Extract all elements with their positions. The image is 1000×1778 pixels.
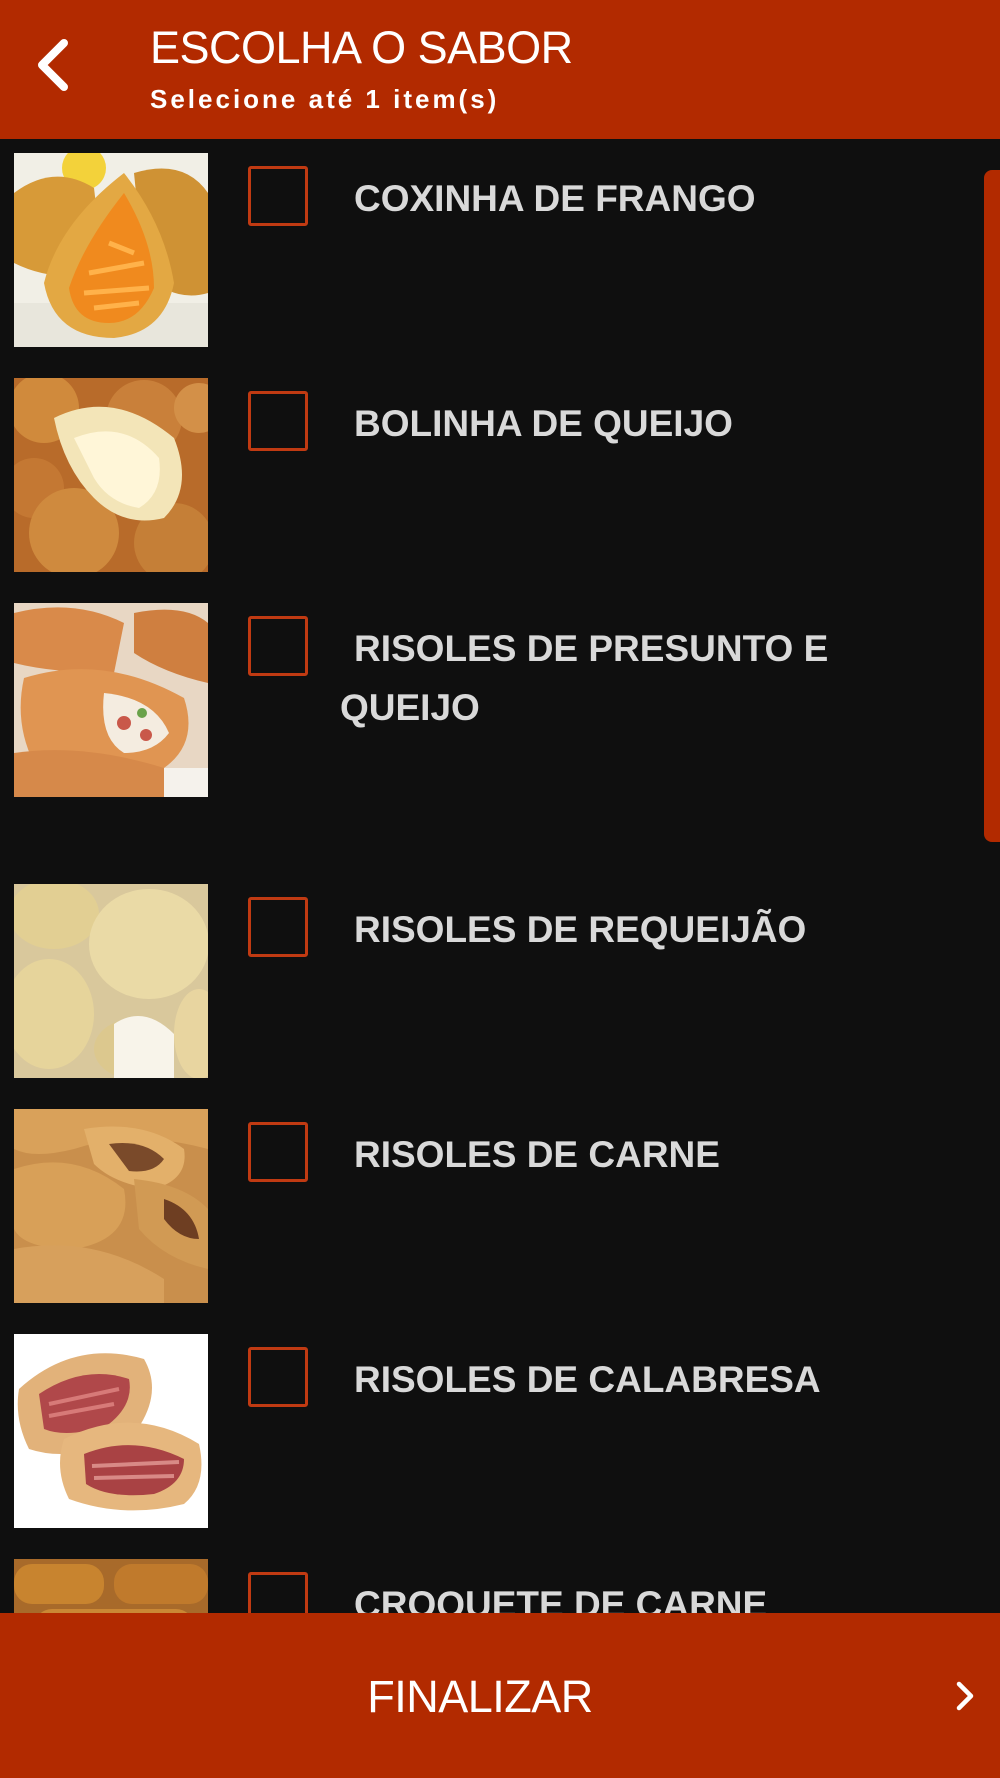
risoles-requeijao-photo [14,884,208,1078]
item-checkbox[interactable] [248,391,308,451]
list-item[interactable]: COXINHA DE FRANGO [0,139,980,364]
list-item[interactable]: RISOLES DE CALABRESA [0,1320,980,1545]
item-checkbox[interactable] [248,166,308,226]
item-label: BOLINHA DE QUEIJO [354,403,733,444]
item-label: CROQUETE DE CARNE [354,1584,768,1613]
item-checkbox[interactable] [248,1122,308,1182]
croquete-carne-photo [14,1559,208,1613]
list-item[interactable]: RISOLES DE PRESUNTO E QUEIJO [0,589,980,870]
item-checkbox[interactable] [248,1347,308,1407]
item-label: RISOLES DE PRESUNTO E QUEIJO [340,628,829,728]
bolinha-de-queijo-photo [14,378,208,572]
list-item[interactable]: RISOLES DE REQUEIJÃO [0,870,980,1095]
coxinha-photo [14,153,208,347]
item-checkbox[interactable] [248,897,308,957]
flavor-list[interactable]: COXINHA DE FRANGO BOLINHA DE QUEIJO RISO… [0,139,1000,1613]
item-checkbox[interactable] [248,616,308,676]
list-item[interactable]: CROQUETE DE CARNE [0,1545,980,1613]
risoles-carne-photo [14,1109,208,1303]
page-subtitle: Selecione até 1 item(s) [150,84,500,114]
back-button[interactable] [22,30,82,100]
risoles-presunto-queijo-photo [14,603,208,797]
chevron-right-icon [956,1681,974,1711]
page-title: ESCOLHA O SABOR [150,22,573,73]
item-label: RISOLES DE CALABRESA [354,1359,821,1400]
item-checkbox[interactable] [248,1572,308,1613]
list-item[interactable]: BOLINHA DE QUEIJO [0,364,980,589]
finalizar-button[interactable]: FINALIZAR [0,1613,1000,1778]
risoles-calabresa-photo [14,1334,208,1528]
item-label: RISOLES DE CARNE [354,1134,720,1175]
item-label: RISOLES DE REQUEIJÃO [354,909,807,950]
app-header: ESCOLHA O SABOR Selecione até 1 item(s) [0,0,1000,139]
item-label: COXINHA DE FRANGO [354,178,756,219]
list-item[interactable]: RISOLES DE CARNE [0,1095,980,1320]
finalizar-label: FINALIZAR [367,1671,593,1722]
chevron-left-icon [38,39,68,91]
list-scrollbar[interactable] [984,170,1000,842]
